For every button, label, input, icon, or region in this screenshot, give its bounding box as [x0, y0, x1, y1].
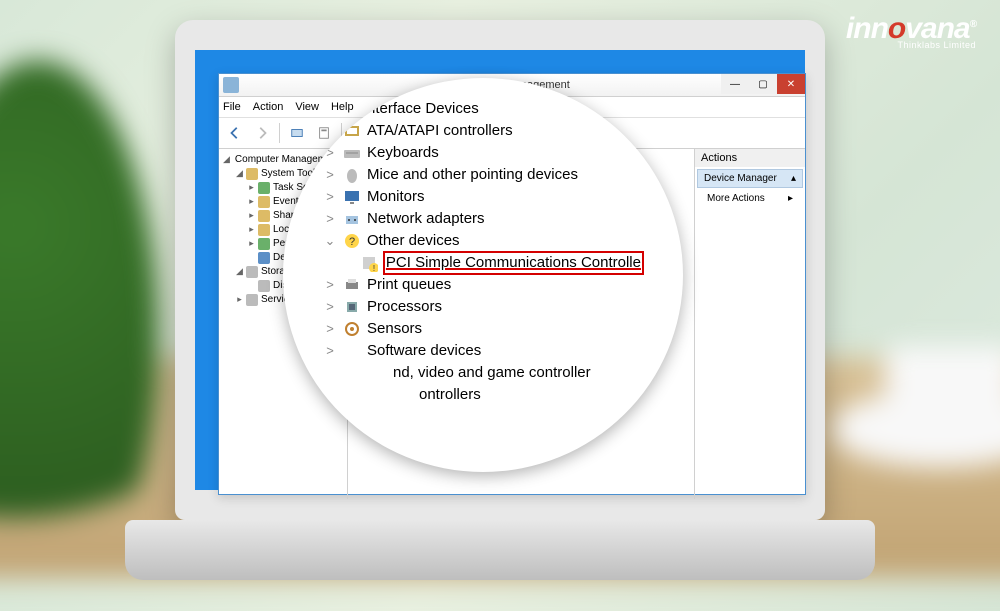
- actions-more[interactable]: More Actions ▸: [695, 190, 805, 207]
- sensor-icon: [343, 320, 361, 338]
- expand-icon[interactable]: >: [323, 318, 337, 340]
- device-icon: [369, 364, 387, 382]
- device-row[interactable]: > Monitors: [323, 186, 643, 208]
- device-icon: [343, 342, 361, 360]
- back-button[interactable]: [223, 121, 247, 145]
- device-label: ATA/ATAPI controllers: [367, 120, 513, 142]
- actions-expand-icon: ▴: [791, 173, 796, 184]
- expand-icon[interactable]: >: [323, 120, 337, 142]
- device-row[interactable]: > nterface Devices: [323, 98, 643, 120]
- expand-icon[interactable]: >: [323, 164, 337, 186]
- device-row[interactable]: > Keyboards: [323, 142, 643, 164]
- device-label: nd, video and game controller: [393, 362, 591, 384]
- device-icon: [395, 386, 413, 404]
- warn-icon: ?: [343, 232, 361, 250]
- warndev-icon: !: [360, 254, 378, 272]
- menu-view[interactable]: View: [295, 101, 319, 113]
- show-hide-button[interactable]: [285, 121, 309, 145]
- actions-pane: Actions Device Manager ▴ More Actions ▸: [695, 149, 805, 499]
- device-label: nterface Devices: [367, 98, 479, 120]
- hid-icon: [343, 100, 361, 118]
- device-row[interactable]: ! PCI Simple Communications Controlle: [323, 252, 643, 274]
- cpu-icon: [343, 298, 361, 316]
- kbd-icon: [343, 144, 361, 162]
- svg-text:!: !: [373, 264, 375, 272]
- magnifier-overlay: >nterface Devices>ATA/ATAPI controllers>…: [283, 78, 683, 472]
- device-row[interactable]: > Sensors: [323, 318, 643, 340]
- expand-icon[interactable]: >: [323, 142, 337, 164]
- expand-icon[interactable]: >: [323, 274, 337, 296]
- print-icon: [343, 276, 361, 294]
- maximize-button[interactable]: ▢: [749, 74, 777, 94]
- expand-icon[interactable]: >: [323, 186, 337, 208]
- forward-button[interactable]: [250, 121, 274, 145]
- mon-icon: [343, 188, 361, 206]
- expand-icon[interactable]: >: [323, 296, 337, 318]
- device-row[interactable]: > Processors: [323, 296, 643, 318]
- device-label: Sensors: [367, 318, 422, 340]
- device-label: Monitors: [367, 186, 425, 208]
- minimize-button[interactable]: —: [721, 74, 749, 94]
- brand-logo: innovana® Thinklabs Limited: [846, 12, 976, 50]
- expand-icon[interactable]: >: [323, 340, 337, 362]
- device-label: PCI Simple Communications Controlle: [384, 252, 643, 274]
- menu-file[interactable]: File: [223, 101, 241, 113]
- device-row[interactable]: ontrollers: [323, 384, 643, 406]
- device-label: Software devices: [367, 340, 481, 362]
- device-row[interactable]: nd, video and game controller: [323, 362, 643, 384]
- expand-icon[interactable]: >: [323, 208, 337, 230]
- device-label: Other devices: [367, 230, 460, 252]
- device-row[interactable]: > ATA/ATAPI controllers: [323, 120, 643, 142]
- device-label: ontrollers: [419, 384, 481, 406]
- device-label: Processors: [367, 296, 442, 318]
- net-icon: [343, 210, 361, 228]
- device-label: Keyboards: [367, 142, 439, 164]
- actions-header: Actions: [695, 149, 805, 167]
- device-row[interactable]: ⌄? Other devices: [323, 230, 643, 252]
- svg-text:?: ?: [349, 236, 355, 248]
- menu-action[interactable]: Action: [253, 101, 284, 113]
- device-row[interactable]: > Print queues: [323, 274, 643, 296]
- ata-icon: [343, 122, 361, 140]
- device-row[interactable]: > Software devices: [323, 340, 643, 362]
- actions-context[interactable]: Device Manager ▴: [697, 169, 803, 188]
- app-icon: [223, 77, 239, 93]
- device-label: Network adapters: [367, 208, 485, 230]
- device-label: Mice and other pointing devices: [367, 164, 578, 186]
- mouse-icon: [343, 166, 361, 184]
- device-label: Print queues: [367, 274, 451, 296]
- expand-icon[interactable]: >: [323, 98, 337, 120]
- device-row[interactable]: > Mice and other pointing devices: [323, 164, 643, 186]
- close-button[interactable]: ✕: [777, 74, 805, 94]
- device-row[interactable]: > Network adapters: [323, 208, 643, 230]
- expand-icon[interactable]: ⌄: [323, 230, 337, 252]
